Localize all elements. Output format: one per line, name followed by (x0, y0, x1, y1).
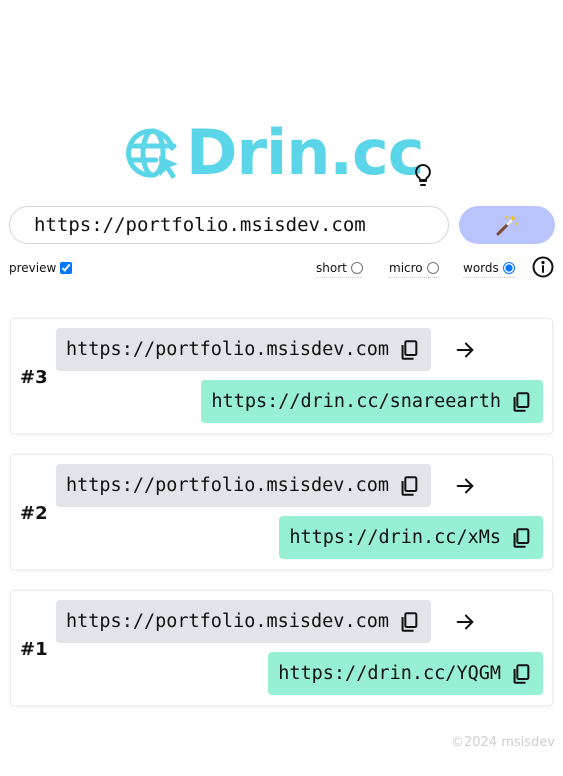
arrow-right-icon (456, 478, 474, 494)
mode-label-short: short (316, 261, 347, 275)
copy-icon[interactable] (398, 611, 420, 633)
result-card: #1 https://portfolio.msisdev.com https:/… (10, 590, 553, 706)
mode-option-short: short (316, 261, 363, 278)
short-url-text: https://drin.cc/xMs (289, 527, 501, 548)
short-url-pill: https://drin.cc/YQGM (268, 652, 543, 695)
mode-label-micro: micro (389, 261, 423, 275)
logo-text: Drin.cc (186, 116, 424, 189)
result-card: #3 https://portfolio.msisdev.com https:/… (10, 318, 553, 434)
result-card: #2 https://portfolio.msisdev.com https:/… (10, 454, 553, 570)
copy-icon[interactable] (510, 527, 532, 549)
url-input[interactable] (9, 206, 449, 244)
short-url-text: https://drin.cc/YQGM (278, 663, 501, 684)
mode-radio-micro[interactable] (426, 262, 439, 274)
preview-label: preview (9, 261, 57, 275)
long-url-pill: https://portfolio.msisdev.com (56, 464, 432, 507)
arrow-right-icon (456, 614, 474, 630)
mode-radio-short[interactable] (350, 262, 363, 274)
copy-icon[interactable] (510, 663, 532, 685)
lightbulb-icon[interactable] (411, 163, 435, 187)
long-url-text: https://portfolio.msisdev.com (66, 475, 390, 496)
short-url-pill: https://drin.cc/snareearth (201, 380, 543, 423)
magic-wand-icon (496, 215, 518, 236)
globe-cursor-icon (126, 128, 178, 179)
preview-checkbox[interactable] (60, 262, 73, 274)
options-row: preview short micro words (0, 258, 563, 282)
mode-label-words: words (463, 261, 499, 275)
result-index: #1 (20, 639, 48, 660)
mode-option-micro: micro (389, 261, 439, 278)
copy-icon[interactable] (510, 391, 532, 413)
preview-option: preview (9, 261, 73, 275)
mode-option-words: words (463, 261, 515, 278)
short-url-pill: https://drin.cc/xMs (279, 516, 543, 559)
long-url-text: https://portfolio.msisdev.com (66, 611, 390, 632)
long-url-pill: https://portfolio.msisdev.com (56, 600, 432, 643)
copy-icon[interactable] (398, 339, 420, 361)
mode-radio-words[interactable] (502, 262, 515, 274)
result-index: #3 (20, 367, 48, 388)
footer-copyright: ©2024 msisdev (451, 735, 555, 750)
long-url-text: https://portfolio.msisdev.com (66, 339, 390, 360)
generate-button[interactable] (459, 206, 555, 244)
logo: Drin.cc (126, 118, 424, 188)
copy-icon[interactable] (398, 475, 420, 497)
long-url-pill: https://portfolio.msisdev.com (56, 328, 432, 371)
info-icon[interactable] (531, 255, 555, 279)
short-url-text: https://drin.cc/snareearth (211, 391, 501, 412)
result-index: #2 (20, 503, 48, 524)
arrow-right-icon (456, 342, 474, 358)
